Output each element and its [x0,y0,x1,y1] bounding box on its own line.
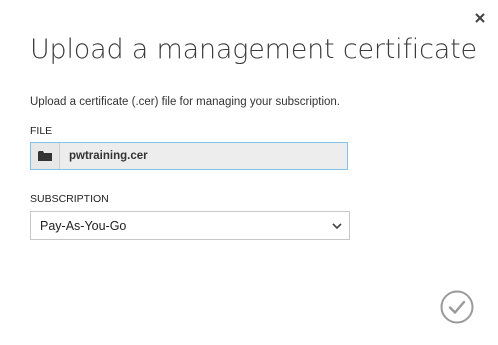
file-input[interactable]: pwtraining.cer [30,142,348,170]
close-icon [475,13,485,23]
browse-file-button[interactable] [31,143,60,169]
confirm-button[interactable] [440,290,474,324]
folder-icon [38,151,52,161]
subscription-select[interactable]: Pay-As-You-Go [30,211,350,240]
close-button[interactable] [472,10,488,26]
file-name-value: pwtraining.cer [69,150,148,162]
dialog-title: Upload a management certificate [30,34,477,65]
subscription-selected-value: Pay-As-You-Go [40,218,127,233]
chevron-down-icon [325,212,349,239]
checkmark-icon [440,290,474,324]
subscription-label: SUBSCRIPTION [30,193,109,205]
dialog-description: Upload a certificate (.cer) file for man… [30,96,341,108]
file-label: FILE [30,125,53,137]
